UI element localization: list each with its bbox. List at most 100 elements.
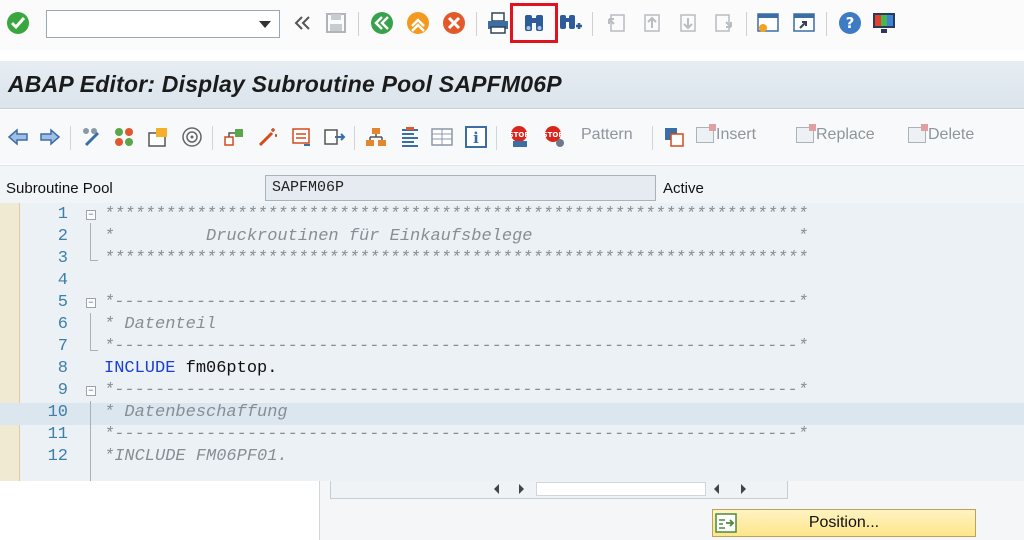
editor-line[interactable]: 7 *--------------------------------------… [0, 337, 1024, 359]
shortcut-icon[interactable] [790, 9, 818, 37]
exit-icon[interactable] [404, 9, 432, 37]
editor-line[interactable]: 10 * Datenbeschaffung [0, 403, 1024, 425]
editor-line[interactable]: 2 * Druckroutinen für Einkaufsbelege * [0, 227, 1024, 249]
line-number: 6 [57, 315, 68, 334]
code-text: * Datenbeschaffung [104, 403, 288, 422]
scroll-track[interactable] [536, 482, 706, 496]
keyword: INCLUDE [104, 359, 176, 378]
pretty-printer-icon[interactable] [396, 123, 424, 151]
print-icon[interactable] [484, 9, 512, 37]
cancel-icon[interactable] [440, 9, 468, 37]
replace-button[interactable]: Replace [796, 124, 875, 144]
arrow-left-icon[interactable] [4, 123, 32, 151]
code-text: *---------------------------------------… [104, 293, 808, 312]
back-icon[interactable] [368, 9, 396, 37]
code-text: *---------------------------------------… [104, 337, 808, 356]
find-next-icon[interactable] [556, 9, 584, 37]
chevron-down-icon[interactable] [259, 21, 271, 28]
editor-line[interactable]: 3 ***************************************… [0, 249, 1024, 271]
application-toolbar: i STOP STOP Pattern Insert Replace Delet… [0, 110, 1024, 164]
program-status: Active [663, 180, 704, 197]
program-header: Subroutine Pool SAPFM06P Active [0, 165, 1024, 203]
double-chevron-left-icon[interactable] [288, 9, 316, 37]
code-text: INCLUDE fm06ptop. [104, 359, 277, 378]
line-number: 8 [57, 359, 68, 378]
insert-button[interactable]: Insert [696, 124, 757, 144]
fold-bar [90, 223, 91, 261]
delete-button[interactable]: Delete [908, 124, 974, 144]
check-icon[interactable] [4, 9, 32, 37]
code-text: * Druckroutinen für Einkaufsbelege * [104, 227, 808, 246]
code-text: *---------------------------------------… [104, 425, 808, 444]
scroll-right-icon[interactable] [741, 484, 746, 494]
session-breakpoint-icon[interactable]: STOP [540, 123, 568, 151]
previous-page-icon[interactable] [638, 9, 666, 37]
next-page-icon[interactable] [674, 9, 702, 37]
editor-line[interactable]: 6 * Datenteil [0, 315, 1024, 337]
fold-bar [90, 260, 98, 261]
title-bar: ABAP Editor: Display Subroutine Pool SAP… [0, 61, 1024, 109]
object-list-icon[interactable] [220, 123, 248, 151]
other-object-icon[interactable] [144, 123, 172, 151]
program-name-field[interactable]: SAPFM06P [265, 175, 656, 201]
pattern-button[interactable]: Pattern [581, 126, 633, 144]
editor-line[interactable]: 8 INCLUDE fm06ptop. [0, 359, 1024, 381]
scroll-left-icon[interactable] [714, 484, 719, 494]
new-session-icon[interactable] [754, 9, 782, 37]
page-title: ABAP Editor: Display Subroutine Pool SAP… [8, 71, 562, 97]
separator [476, 12, 477, 36]
code-editor[interactable]: 1− **************************************… [0, 203, 1024, 481]
separator [496, 126, 497, 150]
editor-line[interactable]: 11 *-------------------------------------… [0, 425, 1024, 447]
debugger-icon[interactable] [288, 123, 316, 151]
where-used-icon[interactable] [178, 123, 206, 151]
line-number: 12 [47, 447, 68, 466]
insert-label: Insert [716, 126, 757, 143]
replace-line-icon [796, 124, 816, 143]
help-icon[interactable]: ? [836, 9, 864, 37]
line-number: 3 [57, 249, 68, 268]
fold-toggle-icon[interactable]: − [86, 386, 96, 396]
editor-line[interactable]: 4 [0, 271, 1024, 293]
line-number: 9 [57, 381, 68, 400]
line-number: 1 [57, 205, 68, 224]
test-icon[interactable] [320, 123, 348, 151]
fold-toggle-icon[interactable]: − [86, 298, 96, 308]
scroll-left-icon[interactable] [494, 484, 499, 494]
command-field[interactable] [46, 10, 280, 38]
scroll-right-icon[interactable] [519, 484, 524, 494]
svg-text:i: i [473, 129, 479, 147]
info-icon[interactable]: i [462, 123, 490, 151]
code-text: * Datenteil [104, 315, 217, 334]
arrow-right-icon[interactable] [36, 123, 64, 151]
mark-block-icon[interactable] [660, 123, 688, 151]
editor-line[interactable]: 9 − *-------------------------------------… [0, 381, 1024, 403]
separator [358, 12, 359, 36]
split-screen-icon[interactable] [428, 123, 456, 151]
separator [592, 12, 593, 36]
horizontal-scrollbar[interactable] [330, 481, 788, 499]
active-inactive-icon[interactable] [110, 123, 138, 151]
program-type-label: Subroutine Pool [6, 180, 113, 197]
code-text: *INCLUDE FM06PF01. [104, 447, 288, 466]
editor-line[interactable]: 5 − *-------------------------------------… [0, 293, 1024, 315]
display-change-icon[interactable] [78, 123, 106, 151]
svg-text:?: ? [846, 14, 855, 32]
position-button[interactable]: Position... [712, 509, 976, 537]
hierarchy-icon[interactable] [362, 123, 390, 151]
code-text: ****************************************… [104, 205, 808, 224]
fold-bar [90, 401, 91, 481]
last-page-icon[interactable] [710, 9, 738, 37]
editor-line[interactable]: 1 − **************************************… [0, 205, 1024, 227]
fold-toggle-icon[interactable]: − [86, 210, 96, 220]
system-toolbar: ? [0, 0, 1024, 50]
breakpoint-icon[interactable]: STOP [506, 123, 534, 151]
command-input[interactable] [47, 11, 247, 37]
save-icon[interactable] [322, 9, 350, 37]
magic-wand-icon[interactable] [254, 123, 282, 151]
customize-layout-icon[interactable] [870, 9, 898, 37]
position-label: Position... [808, 514, 880, 531]
editor-line[interactable]: 12 *INCLUDE FM06PF01. [0, 447, 1024, 469]
line-number: 2 [57, 227, 68, 246]
first-page-icon[interactable] [602, 9, 630, 37]
